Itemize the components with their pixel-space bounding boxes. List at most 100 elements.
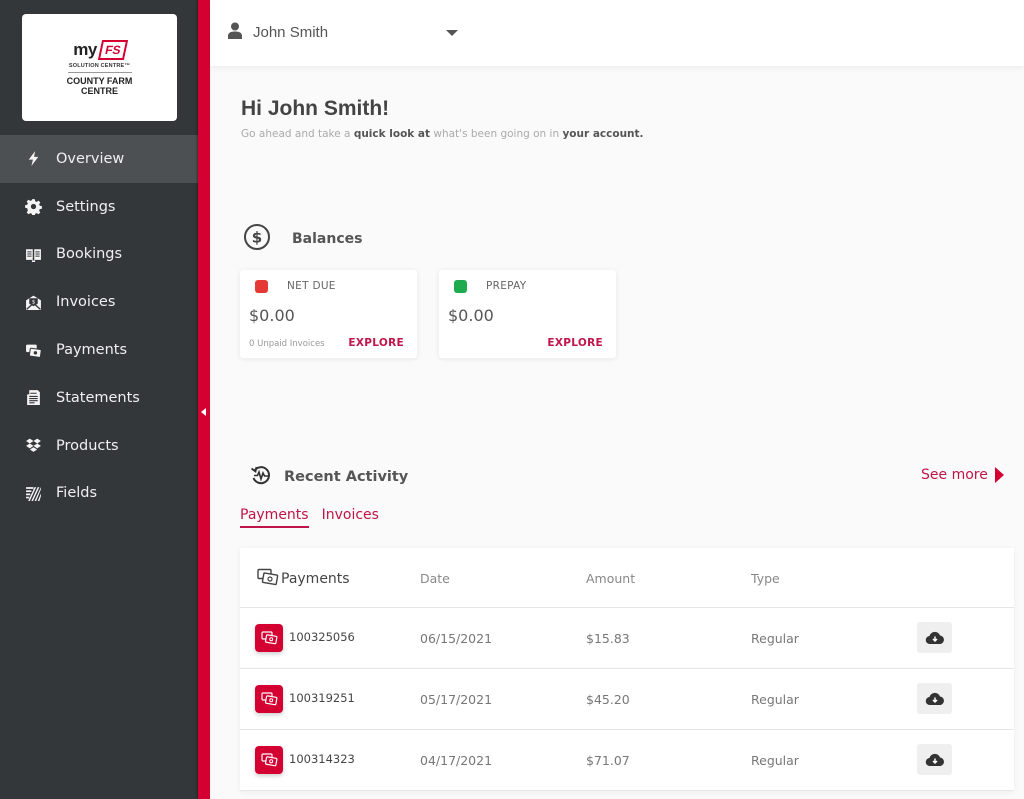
sidebar-nav: Overview Settings Bookings $ Invoices Pa… [0,135,198,517]
sidebar-item-settings[interactable]: Settings [0,183,198,231]
balance-card-prepay: PREPAY $0.00 EXPLORE [439,270,616,358]
sidebar-item-bookings[interactable]: Bookings [0,231,198,279]
table-header: Payments Date Amount Type [240,548,1014,608]
header-payments: Payments [257,568,350,590]
user-name: John Smith [253,24,329,41]
gear-icon [24,198,42,216]
payment-id[interactable]: 100325056 [289,630,355,644]
logo-subtitle: SOLUTION CENTRE™ [68,62,131,69]
payment-amount: $71.07 [586,753,630,768]
open-book-icon [24,245,42,263]
field-stripes-icon [24,484,42,502]
payment-type: Regular [751,753,799,768]
balances-title: Balances [292,231,363,247]
lightning-icon [24,150,42,168]
header-type: Type [751,571,780,586]
table-row[interactable]: 100314323 04/17/2021 $71.07 Regular [240,730,1014,791]
explore-net-due-link[interactable]: EXPLORE [348,337,404,349]
dropbox-icon [24,437,42,455]
payment-type: Regular [751,692,799,707]
net-due-status-swatch [255,280,268,293]
sidebar-item-overview[interactable]: Overview [0,135,198,183]
sidebar-item-label: Bookings [56,246,123,263]
sidebar-item-products[interactable]: Products [0,422,198,470]
payment-id[interactable]: 100314323 [289,752,355,766]
cloud-download-icon [925,692,944,706]
logo-name-line2: CENTRE [80,85,118,96]
logo-divider [67,71,132,73]
payment-amount: $15.83 [586,631,630,646]
download-button[interactable] [917,744,952,775]
payment-icon [255,685,283,713]
money-bills-icon [24,341,42,359]
table-row[interactable]: 100325056 06/15/2021 $15.83 Regular [240,608,1014,669]
sidebar-item-label: Products [56,437,119,454]
prepay-status-swatch [454,280,467,293]
table-row[interactable]: 100319251 05/17/2021 $45.20 Regular [240,669,1014,730]
download-button[interactable] [917,622,952,653]
logo-company-name: COUNTY FARM CENTRE [67,76,133,96]
header-payments-label: Payments [281,571,350,587]
payment-id[interactable]: 100319251 [289,691,355,705]
see-more-label: See more [921,467,988,483]
card-label: NET DUE [287,280,336,292]
cloud-download-icon [925,631,944,645]
activity-tabs: Payments Invoices [240,507,379,528]
sidebar-collapse-toggle[interactable] [201,408,206,416]
card-amount: $0.00 [448,306,494,325]
sidebar-item-statements[interactable]: Statements [0,374,198,422]
invoice-envelope-icon: $ [24,293,42,311]
recent-activity-title: Recent Activity [284,469,409,485]
download-button[interactable] [917,683,952,714]
user-menu-dropdown[interactable]: John Smith [228,22,468,43]
logo-name-line1: COUNTY FARM [66,75,133,86]
sidebar-item-label: Settings [56,198,116,215]
tab-payments[interactable]: Payments [240,507,309,528]
subtitle-text: what's been going on in [430,128,563,140]
sidebar-item-label: Payments [56,342,128,359]
sidebar-item-label: Fields [56,485,98,502]
unpaid-invoices-count: 0 Unpaid Invoices [249,339,325,349]
sidebar-item-label: Invoices [56,294,116,311]
logo-my-text: my [73,39,97,59]
sidebar-accent-bar [198,0,210,799]
balance-card-net-due: NET DUE $0.00 0 Unpaid Invoices EXPLORE [240,270,417,358]
logo-fs-badge: FS [97,39,128,60]
activity-history-icon [250,464,272,490]
subtitle-text: Go ahead and take a [241,128,354,140]
explore-prepay-link[interactable]: EXPLORE [547,337,603,349]
sidebar-item-invoices[interactable]: $ Invoices [0,278,198,326]
cloud-download-icon [925,753,944,767]
payment-date: 04/17/2021 [420,753,493,768]
statement-document-icon [24,389,42,407]
svg-text:$: $ [31,299,34,305]
sidebar-item-fields[interactable]: Fields [0,470,198,518]
dollar-circle-icon: $ [243,223,271,255]
sidebar-item-label: Statements [56,389,140,406]
payment-date: 06/15/2021 [420,631,493,646]
page-title: Hi John Smith! [241,97,390,120]
subtitle-bold: quick look at [353,128,431,140]
sidebar-item-label: Overview [56,150,125,167]
header-amount: Amount [586,571,636,586]
tab-invoices[interactable]: Invoices [322,507,379,528]
brand-logo[interactable]: my FS SOLUTION CENTRE™ COUNTY FARM CENTR… [22,14,177,121]
chevron-down-icon [446,30,458,36]
sidebar-item-payments[interactable]: Payments [0,326,198,374]
sidebar: my FS SOLUTION CENTRE™ COUNTY FARM CENTR… [0,0,198,799]
payments-table: Payments Date Amount Type 100325056 06/1… [240,548,1014,791]
svg-text:$: $ [252,229,262,247]
money-bills-icon [257,568,281,590]
caret-right-icon [994,467,1004,483]
greeting-subtitle: Go ahead and take a quick look at what's… [241,128,644,140]
user-icon [228,22,242,43]
subtitle-bold: your account. [562,128,644,140]
see-more-link[interactable]: See more [921,467,1004,483]
logo-mark: my FS [73,39,128,60]
payment-icon [255,746,283,774]
recent-activity-header: Recent Activity [250,464,408,490]
payment-type: Regular [751,631,799,646]
payment-amount: $45.20 [586,692,630,707]
card-label: PREPAY [486,280,527,292]
top-bar: John Smith [210,0,1024,66]
